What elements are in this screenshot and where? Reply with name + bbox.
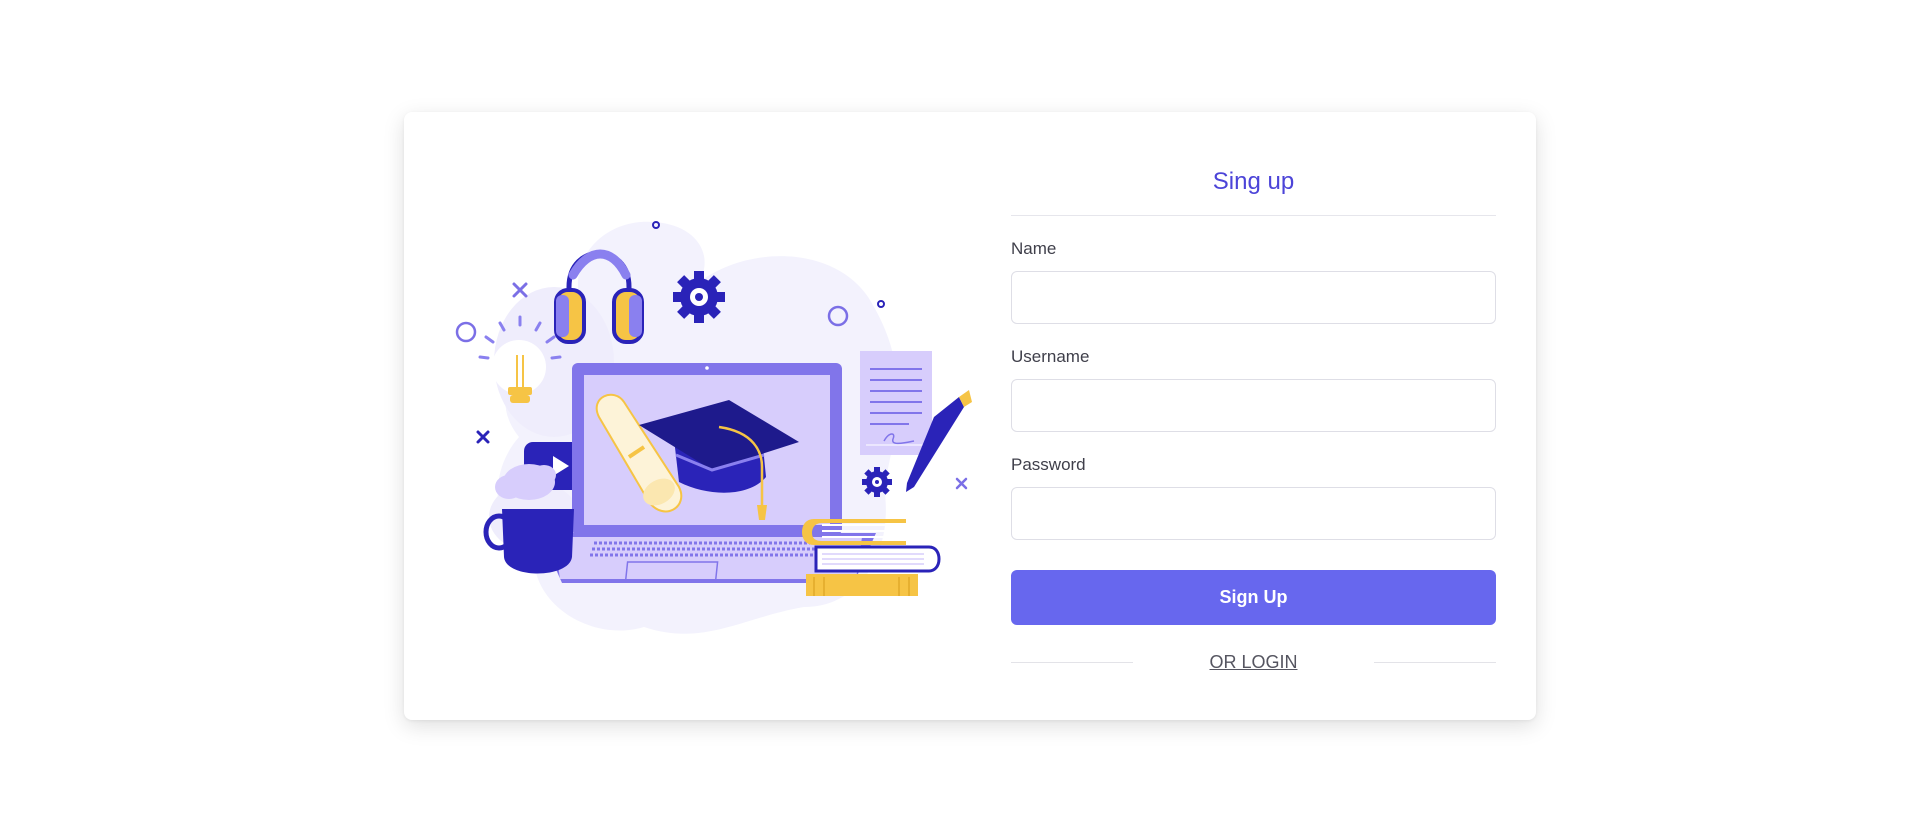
name-field[interactable] [1011, 271, 1496, 324]
username-field[interactable] [1011, 379, 1496, 432]
login-alternative: OR LOGIN [1011, 650, 1496, 674]
sign-up-button[interactable]: Sign Up [1011, 570, 1496, 625]
books-icon [802, 519, 941, 596]
form-title: Sing up [1212, 168, 1295, 195]
password-field[interactable] [1011, 487, 1496, 540]
education-illustration-svg [455, 221, 972, 634]
username-label: Username [1011, 347, 1090, 366]
password-label: Password [1011, 455, 1086, 474]
document-icon [860, 351, 932, 455]
signup-card: Sing up Name Username Password Sign Up O… [404, 112, 1536, 720]
title-divider [1011, 215, 1496, 216]
name-label: Name [1011, 239, 1057, 258]
divider-right [1374, 662, 1496, 663]
gear-icon [673, 271, 725, 323]
education-illustration [444, 187, 984, 657]
small-gear-icon [862, 467, 892, 497]
signup-form: Sing up Name Username Password Sign Up O… [1011, 112, 1496, 674]
